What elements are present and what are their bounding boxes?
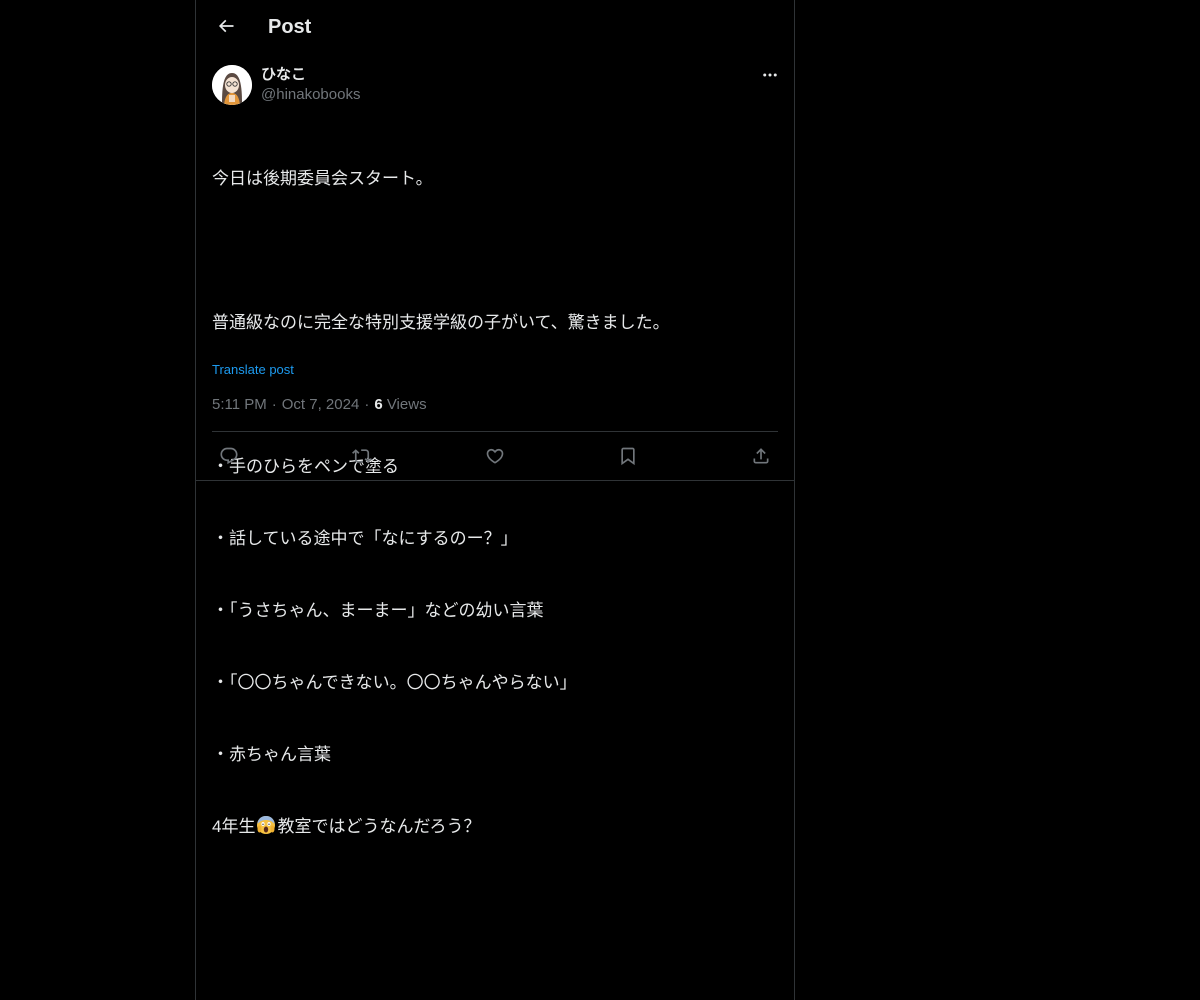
tweet-line [212, 239, 778, 263]
tweet-line: ・「〇〇ちゃんできない。〇〇ちゃんやらない」 [212, 673, 577, 692]
translate-post-link[interactable]: Translate post [212, 361, 294, 379]
bookmark-button[interactable] [611, 439, 645, 473]
tweet-meta: 5:11 PM · Oct 7, 2024 · 6 Views [212, 395, 427, 415]
tweet-date[interactable]: Oct 7, 2024 [282, 396, 360, 413]
tweet-line: ・赤ちゃん言葉 [212, 745, 331, 764]
share-button[interactable] [744, 439, 778, 473]
share-icon [753, 448, 769, 464]
page-title: Post [268, 16, 312, 38]
views-count: 6 [374, 396, 383, 413]
views-label: Views [386, 396, 427, 413]
main-column: Post ひなこ @hinakobooks 今日は後期委員会スタート。 普通級な… [195, 0, 795, 1000]
more-dots-icon [763, 73, 777, 77]
avatar-illustration-icon [212, 65, 252, 105]
tweet-line-last-end: 教室ではどうなんだろう？ [277, 817, 481, 836]
reply-icon [220, 447, 238, 465]
more-options-button[interactable] [758, 63, 782, 87]
repost-button[interactable] [345, 439, 379, 473]
face-screaming-in-fear-emoji-icon [257, 816, 276, 834]
action-bar [212, 432, 778, 480]
like-button[interactable] [478, 439, 512, 473]
meta-separator: · [364, 396, 370, 413]
tweet-time[interactable]: 5:11 PM [212, 396, 267, 413]
repost-icon [352, 449, 372, 463]
tweet-text: 今日は後期委員会スタート。 普通級なのに完全な特別支援学級の子がいて、驚きました… [212, 119, 778, 887]
avatar[interactable] [212, 65, 252, 105]
heart-icon [486, 448, 504, 464]
tweet-line-last: 4年生 教室ではどうなんだろう？ [212, 815, 778, 839]
display-name[interactable]: ひなこ [261, 65, 306, 85]
tweet-line: 今日は後期委員会スタート。 [212, 169, 433, 188]
arrow-left-icon [218, 19, 234, 33]
tweet-line: 普通級なのに完全な特別支援学級の子がいて、驚きました。 [212, 313, 670, 332]
tweet-line: ・話している途中で「なにするのー？」 [212, 529, 518, 548]
reply-button[interactable] [212, 439, 246, 473]
tweet: ひなこ @hinakobooks 今日は後期委員会スタート。 普通級なのに完全な… [196, 53, 794, 836]
top-bar: Post [196, 0, 794, 53]
back-button[interactable] [208, 8, 244, 44]
tweet-line: ・「うさちゃん、まーまー」などの幼い言葉 [212, 601, 544, 620]
meta-separator: · [271, 396, 277, 413]
bookmark-icon [621, 447, 635, 466]
user-handle[interactable]: @hinakobooks [261, 85, 360, 105]
tweet-line-last-start: 4年生 [212, 817, 256, 836]
